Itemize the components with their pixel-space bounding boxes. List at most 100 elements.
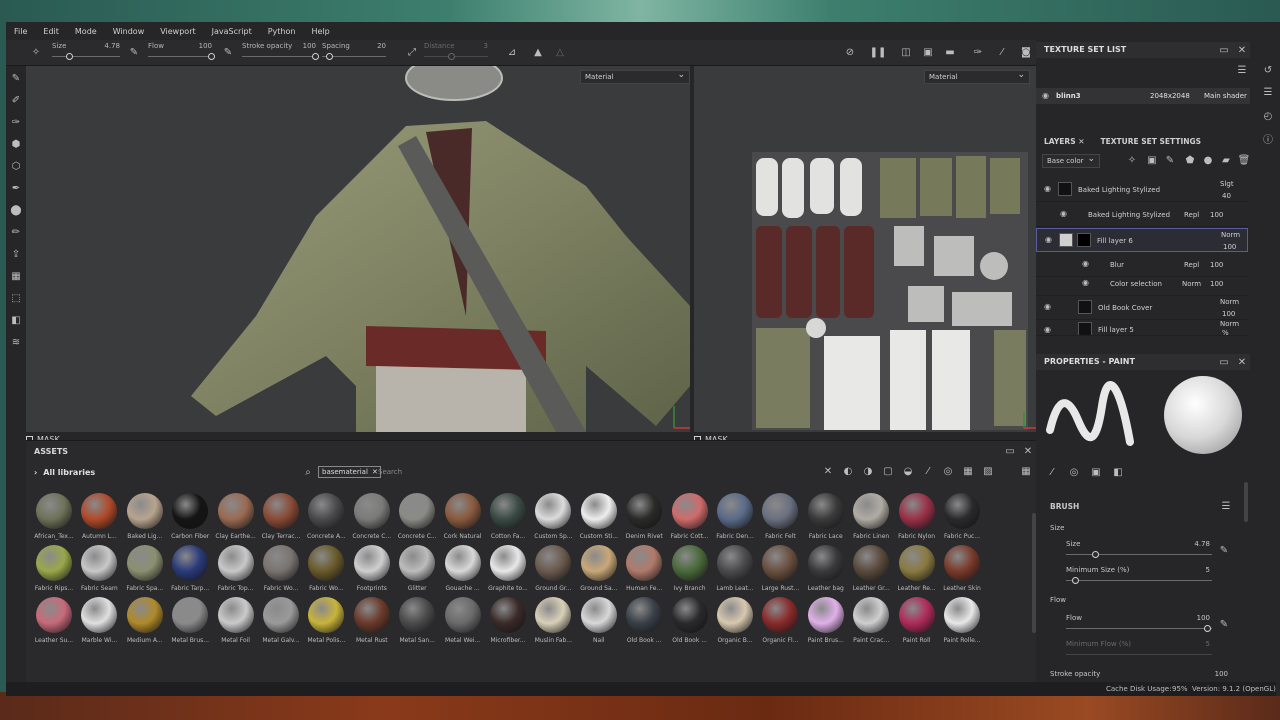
layer-opacity[interactable]: 100 (1223, 243, 1236, 251)
asset-thumbnail[interactable]: Leather Su... (30, 597, 74, 649)
asset-thumbnail[interactable]: Old Book ... (666, 597, 710, 649)
asset-thumbnail[interactable]: Graphite to... (484, 545, 528, 597)
camera-cull-icon[interactable]: ⊘ (842, 44, 858, 60)
stroke-opacity-value[interactable]: 100 (292, 42, 316, 50)
asset-thumbnail[interactable]: Custom Sti... (575, 493, 619, 545)
asset-thumbnail[interactable]: Glitter (393, 545, 437, 597)
visibility-eye-icon[interactable]: ◉ (1042, 91, 1052, 101)
size-value[interactable]: 4.78 (96, 42, 120, 50)
filter-texture-icon[interactable]: ▢ (880, 463, 896, 479)
visibility-eye-icon[interactable]: ◉ (1082, 259, 1092, 269)
asset-thumbnail[interactable]: Ground Gr... (529, 545, 573, 597)
smudge-icon[interactable]: ⬡ (8, 158, 24, 174)
selection-icon[interactable]: ▦ (8, 268, 24, 284)
asset-thumbnail[interactable]: Paint Crac... (847, 597, 891, 649)
menu-edit[interactable]: Edit (35, 27, 67, 36)
search-filter-chip[interactable]: basematerial ✕ (318, 466, 381, 478)
uv-icon[interactable]: ⬚ (8, 290, 24, 306)
brush-menu-icon[interactable]: ☰ (1218, 498, 1234, 514)
panel-float-icon[interactable]: ▭ (1002, 443, 1018, 459)
asset-thumbnail[interactable]: Human Fe... (620, 545, 664, 597)
layer-name[interactable]: Fill layer 6 (1097, 237, 1133, 245)
asset-thumbnail[interactable]: Fabric Top... (212, 545, 256, 597)
tab-layers[interactable]: LAYERS ✕ (1036, 134, 1093, 150)
asset-thumbnail[interactable]: Fabric Den... (711, 493, 755, 545)
asset-thumbnail[interactable]: Microfiber... (484, 597, 528, 649)
menu-file[interactable]: File (6, 27, 35, 36)
filter-alpha-icon[interactable]: ◒ (900, 463, 916, 479)
layer-row[interactable]: ◉ Fill layer 5 Norm % (1036, 320, 1248, 336)
geometry-mask-icon[interactable]: ⬢ (8, 136, 24, 152)
spacing-slider[interactable] (322, 53, 386, 60)
menu-help[interactable]: Help (303, 27, 337, 36)
layer-effect-row[interactable]: ◉ Baked Lighting Stylized Repl 100 (1036, 203, 1248, 227)
brush-flow-value[interactable]: 100 (1186, 614, 1210, 622)
history-icon[interactable]: ↺ (1260, 62, 1276, 78)
asset-thumbnail[interactable]: Muslin Fab... (529, 597, 573, 649)
brush-flow-slider[interactable] (1066, 625, 1212, 632)
asset-thumbnail[interactable]: Footprints (348, 545, 392, 597)
video-icon[interactable]: ▬ (942, 44, 958, 60)
min-size-slider[interactable] (1066, 577, 1212, 584)
asset-thumbnail[interactable]: Fabric Linen (847, 493, 891, 545)
asset-thumbnail[interactable]: Gouache ... (439, 545, 483, 597)
clear-filter-icon[interactable]: ✕ (820, 463, 836, 479)
flow-pressure-icon[interactable]: ✎ (1216, 616, 1232, 632)
asset-thumbnail[interactable]: Fabric Wo... (257, 545, 301, 597)
layer-name[interactable]: Old Book Cover (1098, 304, 1152, 312)
asset-thumbnail[interactable]: Fabric Nylon (893, 493, 937, 545)
asset-thumbnail[interactable]: Metal Polis... (302, 597, 346, 649)
screenshot-icon[interactable]: ◙ (1018, 44, 1034, 60)
paint-brush-icon[interactable]: ✎ (8, 70, 24, 86)
bake-icon[interactable]: ⇪ (8, 246, 24, 262)
search-input[interactable]: Search (378, 468, 402, 476)
delete-layer-icon[interactable]: 🗑 (1236, 152, 1252, 168)
asset-thumbnail[interactable]: Old Book ... (620, 597, 664, 649)
layer-blend[interactable]: Norm (1182, 280, 1201, 288)
add-paint-layer-icon[interactable]: ✎ (1162, 152, 1178, 168)
asset-thumbnail[interactable]: Fabric Spa... (121, 545, 165, 597)
asset-thumbnail[interactable]: Metal Galv... (257, 597, 301, 649)
asset-thumbnail[interactable]: Leather Skin (938, 545, 982, 597)
asset-thumbnail[interactable]: Organic B... (711, 597, 755, 649)
asset-thumbnail[interactable]: Organic Fl... (756, 597, 800, 649)
asset-thumbnail[interactable]: Metal San... (393, 597, 437, 649)
layer-blend[interactable]: Norm (1220, 320, 1239, 328)
add-folder-icon[interactable]: ▰ (1218, 152, 1234, 168)
channel-dropdown[interactable]: Base color (1042, 153, 1100, 168)
asset-thumbnail[interactable]: Paint Roll (893, 597, 937, 649)
filter-brush-icon[interactable]: ⁄ (920, 463, 936, 479)
3d-viewport[interactable]: Material (26, 66, 690, 432)
asset-thumbnail[interactable]: Concrete A... (302, 493, 346, 545)
brush-size-slider[interactable] (1066, 551, 1212, 558)
asset-thumbnail[interactable]: Large Rust... (756, 545, 800, 597)
asset-thumbnail[interactable]: Clay Terrac... (257, 493, 301, 545)
menu-icon[interactable]: ☰ (1234, 62, 1250, 78)
tab-texture-set-settings[interactable]: TEXTURE SET SETTINGS (1093, 134, 1210, 150)
asset-thumbnail[interactable]: Concrete C... (393, 493, 437, 545)
asset-thumbnail[interactable]: Fabric Tarp... (166, 545, 210, 597)
float-icon[interactable]: ▭ (1216, 42, 1232, 58)
layer-blend[interactable]: Repl (1184, 261, 1199, 269)
asset-thumbnail[interactable]: Metal Rust (348, 597, 392, 649)
material-tab-icon[interactable]: ◧ (1110, 464, 1126, 480)
asset-thumbnail[interactable]: Leather Re... (893, 545, 937, 597)
asset-thumbnail[interactable]: Lamb Leat... (711, 545, 755, 597)
asset-thumbnail[interactable]: Ground Sa... (575, 545, 619, 597)
asset-thumbnail[interactable]: Fabric Seam (75, 545, 119, 597)
layer-row[interactable]: ◉ Baked Lighting Stylized Slgt 40 (1036, 178, 1248, 202)
symmetry-icon[interactable]: ⊿ (504, 44, 520, 60)
asset-thumbnail[interactable]: Custom Sp... (529, 493, 573, 545)
spacing-value[interactable]: 20 (362, 42, 386, 50)
asset-thumbnail[interactable]: Cotton Fa... (484, 493, 528, 545)
panel-close-icon[interactable]: ✕ (1020, 443, 1036, 459)
viewport-material-dropdown[interactable]: Material (580, 69, 690, 84)
layer-name[interactable]: Fill layer 5 (1098, 326, 1134, 334)
split-view-icon[interactable]: ◫ (898, 44, 914, 60)
layers-stack-icon[interactable]: ≋ (8, 334, 24, 350)
visibility-eye-icon[interactable]: ◉ (1045, 235, 1055, 245)
mirror-axis-icon[interactable]: △ (552, 44, 568, 60)
layer-opacity[interactable]: % (1222, 329, 1229, 335)
stroke-pressure-icon[interactable]: ✎ (220, 44, 236, 60)
display-icon[interactable]: ▣ (920, 44, 936, 60)
